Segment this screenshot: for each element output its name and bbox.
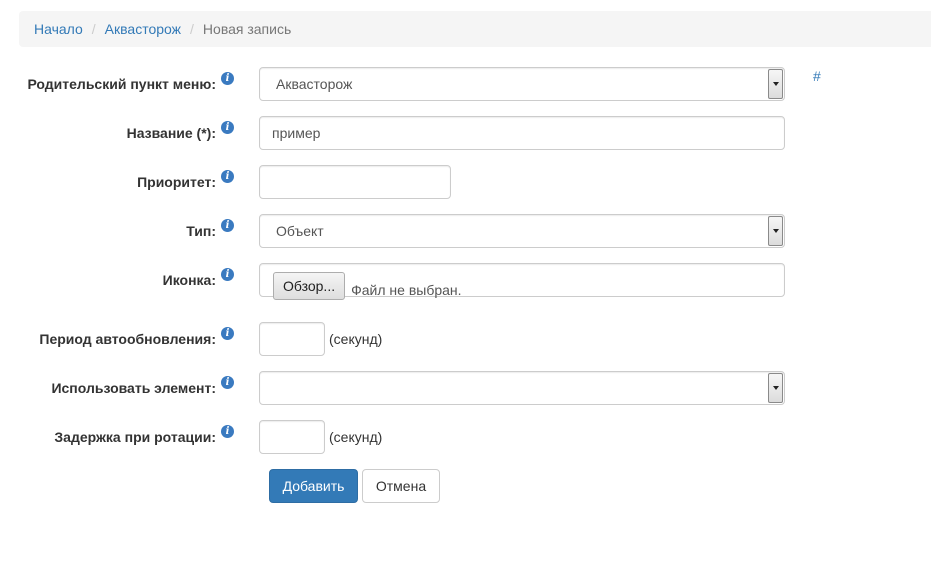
use-element-label-wrap: Использовать элемент: i xyxy=(51,371,234,405)
rotation-delay-label: Задержка при ротации: xyxy=(54,429,216,445)
type-select[interactable]: Объект xyxy=(259,214,785,248)
info-icon[interactable]: i xyxy=(221,267,234,281)
use-element-label: Использовать элемент: xyxy=(51,380,216,396)
priority-input[interactable] xyxy=(259,165,451,199)
parent-menu-select[interactable]: Аквасторож xyxy=(259,67,785,101)
info-icon[interactable]: i xyxy=(221,375,234,389)
use-element-select[interactable] xyxy=(259,371,785,405)
breadcrumb-home-link[interactable]: Начало xyxy=(34,21,83,37)
breadcrumb: Начало / Аквасторож / Новая запись xyxy=(19,11,931,47)
rotation-delay-unit: (секунд) xyxy=(329,429,383,445)
parent-menu-selected-value: Аквасторож xyxy=(276,76,353,92)
icon-label-wrap: Иконка: i xyxy=(163,263,234,297)
browse-button[interactable]: Обзор... xyxy=(273,271,346,300)
info-icon[interactable]: i xyxy=(221,424,234,438)
refresh-period-label-wrap: Период автообновления: i xyxy=(39,322,234,356)
breadcrumb-separator: / xyxy=(91,21,96,37)
chevron-down-icon[interactable] xyxy=(768,373,783,403)
icon-file-input[interactable]: Обзор... Файл не выбран. xyxy=(259,263,785,300)
breadcrumb-separator: / xyxy=(190,21,194,37)
priority-label-wrap: Приоритет: i xyxy=(137,165,234,199)
cancel-button[interactable]: Отмена xyxy=(362,469,440,503)
type-label: Тип: xyxy=(186,223,216,239)
parent-menu-label: Родительский пункт меню: xyxy=(27,76,216,92)
breadcrumb-current: Новая запись xyxy=(202,21,292,37)
info-icon[interactable]: i xyxy=(221,326,234,340)
info-icon[interactable]: i xyxy=(221,120,234,134)
rotation-delay-input[interactable] xyxy=(259,420,325,454)
parent-menu-label-wrap: Родительский пункт меню: i xyxy=(27,67,234,101)
icon-label: Иконка: xyxy=(162,272,216,288)
priority-label: Приоритет: xyxy=(137,174,216,190)
info-icon[interactable]: i xyxy=(221,169,234,183)
name-input[interactable]: пример xyxy=(259,116,785,150)
type-selected-value: Объект xyxy=(276,223,324,239)
file-status-text: Файл не выбран. xyxy=(351,281,462,298)
info-icon[interactable]: i xyxy=(221,218,234,232)
rotation-delay-label-wrap: Задержка при ротации: i xyxy=(54,420,234,454)
name-label-wrap: Название (*): i xyxy=(127,116,234,150)
breadcrumb-section-link[interactable]: Аквасторож xyxy=(105,21,181,37)
refresh-period-label: Период автообновления: xyxy=(39,331,216,347)
type-label-wrap: Тип: i xyxy=(186,214,234,248)
chevron-down-icon[interactable] xyxy=(768,216,783,246)
refresh-period-input[interactable] xyxy=(259,322,325,356)
name-label: Название (*): xyxy=(126,125,216,141)
info-icon[interactable]: i xyxy=(221,71,234,85)
add-button[interactable]: Добавить xyxy=(269,469,358,503)
chevron-down-icon[interactable] xyxy=(768,69,783,99)
anchor-hash-link[interactable]: # xyxy=(813,68,821,84)
refresh-period-unit: (секунд) xyxy=(329,331,383,347)
name-input-value: пример xyxy=(272,125,321,141)
